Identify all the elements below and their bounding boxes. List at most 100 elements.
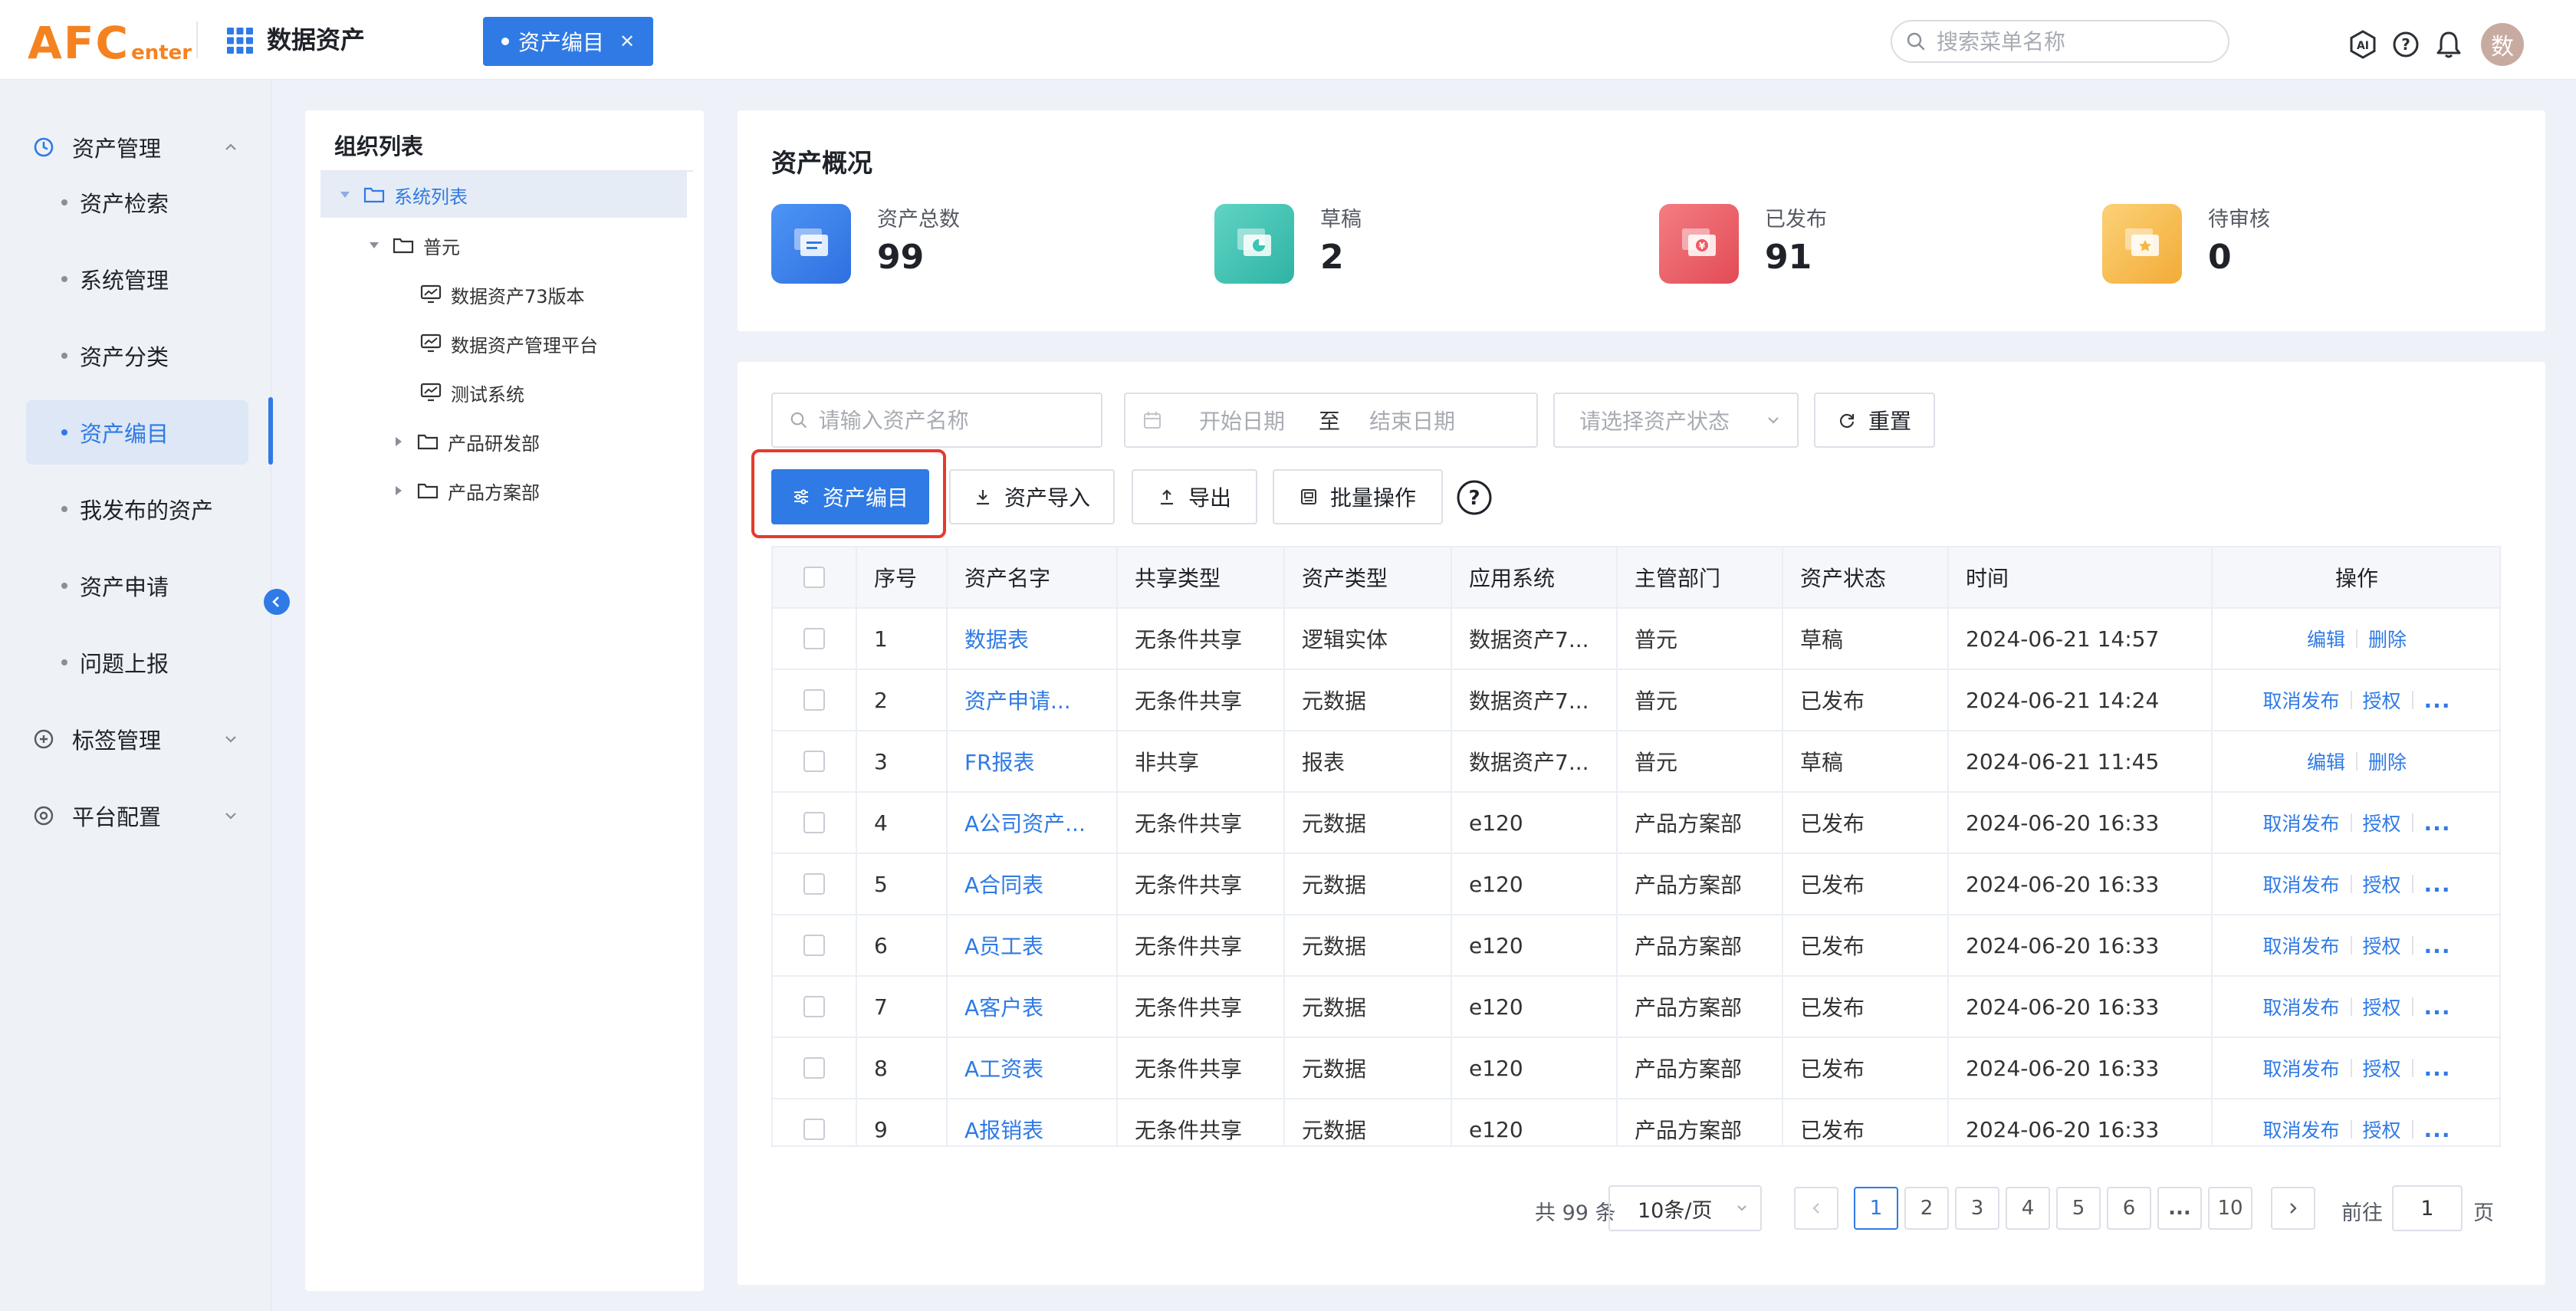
sidebar-item-asset-category[interactable]: 资产分类	[26, 324, 248, 388]
batch-operation-button[interactable]: 批量操作	[1273, 469, 1443, 524]
tree-node-test-system[interactable]: 测试系统	[420, 370, 524, 416]
menu-search-input[interactable]	[1937, 28, 2213, 54]
column-header-asset-type[interactable]: 资产类型	[1285, 547, 1452, 609]
caret-right-icon[interactable]	[391, 435, 406, 448]
table-row[interactable]: 8 A工资表 无条件共享 元数据 e120 产品方案部 已发布 2024-06-20 16:3…	[773, 1038, 2499, 1099]
more-actions-icon[interactable]: ...	[2424, 688, 2451, 713]
menu-search-box[interactable]	[1891, 20, 2229, 63]
column-header-no[interactable]: 序号	[857, 547, 948, 609]
bell-icon[interactable]	[2432, 28, 2466, 61]
goto-page-input[interactable]: 1	[2392, 1185, 2463, 1231]
sidebar-item-asset-search[interactable]: 资产检索	[26, 170, 248, 235]
tree-node-system-list[interactable]: 系统列表	[320, 172, 687, 218]
row-checkbox[interactable]	[803, 873, 825, 895]
cell-name[interactable]: A合同表	[964, 869, 1043, 899]
page-10[interactable]: 10	[2208, 1187, 2252, 1230]
table-row[interactable]: 6 A员工表 无条件共享 元数据 e120 产品方案部 已发布 2024-06-20 16:3…	[773, 915, 2499, 977]
cell-name[interactable]: A客户表	[964, 991, 1043, 1022]
row-checkbox[interactable]	[803, 1057, 825, 1079]
row-checkbox[interactable]	[803, 689, 825, 711]
ai-icon[interactable]: AI	[2346, 28, 2380, 61]
cell-name[interactable]: A公司资产...	[964, 807, 1086, 838]
help-circle-icon[interactable]: ?	[1455, 478, 1493, 517]
cell-name[interactable]: 资产申请...	[964, 685, 1071, 715]
cell-name[interactable]: 数据表	[964, 623, 1029, 654]
action-secondary[interactable]: 授权	[2363, 932, 2401, 959]
tree-node-rd-dept[interactable]: 产品研发部	[391, 419, 540, 465]
tab-close-icon[interactable]: ✕	[619, 31, 635, 52]
action-primary[interactable]: 取消发布	[2263, 1116, 2340, 1143]
action-secondary[interactable]: 授权	[2363, 686, 2401, 714]
action-secondary[interactable]: 删除	[2368, 748, 2407, 775]
sidebar-group-tag-management[interactable]: 标签管理	[32, 716, 239, 762]
action-primary[interactable]: 编辑	[2307, 748, 2345, 775]
action-primary[interactable]: 取消发布	[2263, 809, 2340, 836]
cell-name[interactable]: A员工表	[964, 930, 1043, 961]
next-page-button[interactable]	[2271, 1187, 2315, 1230]
sidebar-group-asset-management[interactable]: 资产管理	[32, 124, 239, 170]
row-checkbox[interactable]	[803, 751, 825, 772]
sidebar-item-issue-report[interactable]: 问题上报	[26, 630, 248, 695]
page-5[interactable]: 5	[2056, 1187, 2101, 1230]
more-actions-icon[interactable]: ...	[2424, 933, 2451, 958]
page-ellipsis[interactable]: ...	[2157, 1187, 2202, 1230]
page-2[interactable]: 2	[1904, 1187, 1949, 1230]
sidebar-item-asset-catalog[interactable]: 资产编目	[26, 400, 248, 465]
page-4[interactable]: 4	[2006, 1187, 2050, 1230]
action-primary[interactable]: 取消发布	[2263, 993, 2340, 1020]
date-range-picker[interactable]: 开始日期 至 结束日期	[1124, 393, 1538, 448]
more-actions-icon[interactable]: ...	[2424, 994, 2451, 1020]
column-header-status[interactable]: 资产状态	[1783, 547, 1949, 609]
caret-down-icon[interactable]	[337, 190, 353, 199]
help-icon[interactable]: ?	[2389, 28, 2423, 61]
tree-node-asset-platform[interactable]: 数据资产管理平台	[420, 320, 598, 366]
row-checkbox[interactable]	[803, 1119, 825, 1140]
caret-down-icon[interactable]	[366, 241, 382, 250]
row-checkbox[interactable]	[803, 812, 825, 833]
caret-right-icon[interactable]	[391, 485, 406, 497]
column-header-name[interactable]: 资产名字	[948, 547, 1118, 609]
page-1[interactable]: 1	[1854, 1187, 1898, 1230]
action-primary[interactable]: 取消发布	[2263, 686, 2340, 714]
afc-logo[interactable]: AFC enter	[28, 14, 192, 66]
reset-button[interactable]: 重置	[1814, 393, 1935, 448]
table-row[interactable]: 2 资产申请... 无条件共享 元数据 数据资产7... 普元 已发布 2024-06-21 …	[773, 670, 2499, 731]
tree-node-puyuan[interactable]: 普元	[366, 222, 460, 268]
sidebar-item-asset-request[interactable]: 资产申请	[26, 554, 248, 618]
asset-name-input[interactable]	[818, 407, 1101, 433]
prev-page-button[interactable]	[1794, 1187, 1838, 1230]
tab-asset-catalog[interactable]: 资产编目 ✕	[483, 17, 653, 66]
user-avatar[interactable]: 数	[2481, 23, 2524, 66]
sidebar-item-system-management[interactable]: 系统管理	[26, 247, 248, 311]
column-header-dept[interactable]: 主管部门	[1618, 547, 1783, 609]
row-checkbox[interactable]	[803, 628, 825, 649]
more-actions-icon[interactable]: ...	[2424, 1056, 2451, 1081]
page-6[interactable]: 6	[2107, 1187, 2151, 1230]
sidebar-item-my-published[interactable]: 我发布的资产	[26, 477, 248, 541]
more-actions-icon[interactable]: ...	[2424, 810, 2451, 836]
page-3[interactable]: 3	[1955, 1187, 1999, 1230]
column-header-app-system[interactable]: 应用系统	[1452, 547, 1618, 609]
action-secondary[interactable]: 删除	[2368, 625, 2407, 652]
export-button[interactable]: 导出	[1132, 469, 1257, 524]
row-checkbox[interactable]	[803, 935, 825, 956]
row-checkbox[interactable]	[803, 996, 825, 1017]
column-header-share-type[interactable]: 共享类型	[1118, 547, 1285, 609]
asset-import-button[interactable]: 资产导入	[949, 469, 1115, 524]
table-row[interactable]: 1 数据表 无条件共享 逻辑实体 数据资产7... 普元 草稿 2024-06-21 14:5…	[773, 609, 2499, 670]
more-actions-icon[interactable]: ...	[2424, 1117, 2451, 1142]
action-secondary[interactable]: 授权	[2363, 870, 2401, 898]
action-secondary[interactable]: 授权	[2363, 993, 2401, 1020]
tree-node-solution-dept[interactable]: 产品方案部	[391, 468, 540, 514]
end-date-placeholder[interactable]: 结束日期	[1369, 405, 1455, 435]
app-grid-icon[interactable]	[227, 28, 253, 54]
cell-name[interactable]: A工资表	[964, 1053, 1043, 1083]
table-row[interactable]: 7 A客户表 无条件共享 元数据 e120 产品方案部 已发布 2024-06-20 16:3…	[773, 977, 2499, 1038]
page-size-select[interactable]: 10条/页	[1608, 1185, 1762, 1231]
table-row[interactable]: 4 A公司资产... 无条件共享 元数据 e120 产品方案部 已发布 2024-06-20 …	[773, 793, 2499, 854]
action-secondary[interactable]: 授权	[2363, 809, 2401, 836]
asset-name-filter[interactable]	[771, 393, 1102, 448]
action-primary[interactable]: 取消发布	[2263, 870, 2340, 898]
cell-name[interactable]: A报销表	[964, 1114, 1043, 1145]
table-row[interactable]: 5 A合同表 无条件共享 元数据 e120 产品方案部 已发布 2024-06-20 16:3…	[773, 854, 2499, 915]
